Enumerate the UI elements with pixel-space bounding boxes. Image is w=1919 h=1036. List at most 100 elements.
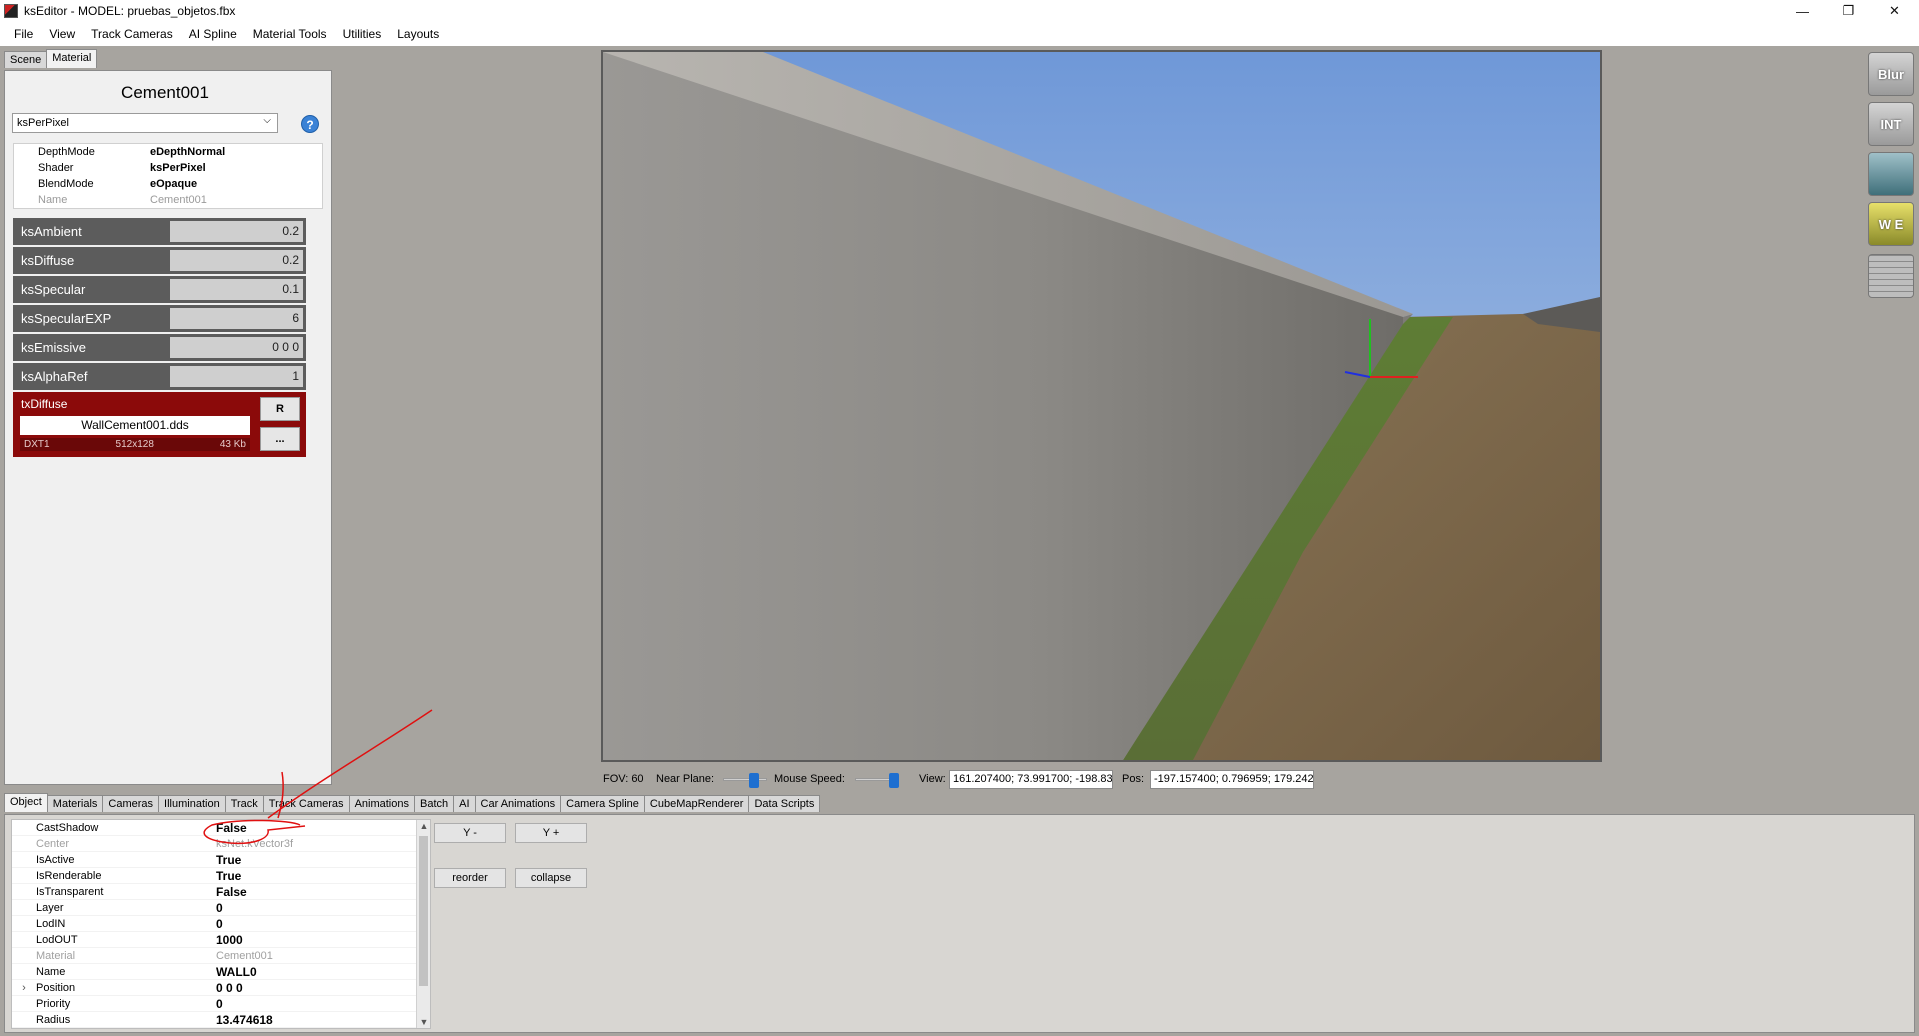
chevron-right-icon[interactable]: › — [12, 982, 36, 994]
view-label: View: — [919, 773, 946, 785]
we-icon: W E — [1878, 216, 1904, 232]
close-button[interactable]: ✕ — [1872, 0, 1917, 22]
tab-material[interactable]: Material — [46, 49, 98, 68]
mouse-speed-slider[interactable] — [855, 773, 899, 788]
y-plus-button[interactable]: Y + — [515, 823, 587, 843]
menu-file[interactable]: File — [6, 27, 41, 41]
property-value[interactable]: 1000 — [216, 933, 243, 947]
scrollbar-thumb[interactable] — [419, 836, 428, 986]
tab-car-animations[interactable]: Car Animations — [474, 795, 562, 812]
near-plane-thumb[interactable] — [749, 773, 759, 788]
property-row-name[interactable]: Name WALL0 — [12, 964, 430, 980]
property-value[interactable]: WALL0 — [216, 965, 257, 979]
shader-select-value: ksPerPixel — [17, 117, 69, 129]
texture-browse-button[interactable]: ... — [260, 427, 300, 451]
view-input[interactable]: 161.207400; 73.991700; -198.835 — [949, 770, 1113, 789]
property-row-lodin[interactable]: LodIN 0 — [12, 916, 430, 932]
property-row-castshadow[interactable]: CastShadow False — [12, 820, 430, 836]
property-row-istransparent[interactable]: IsTransparent False — [12, 884, 430, 900]
param-row-ksemissive: ksEmissive 0 0 0 — [13, 334, 306, 361]
tab-batch[interactable]: Batch — [413, 795, 455, 812]
tab-scene[interactable]: Scene — [4, 51, 48, 68]
tab-data-scripts[interactable]: Data Scripts — [748, 795, 821, 812]
property-row-position[interactable]: › Position 0 0 0 — [12, 980, 430, 996]
property-value[interactable]: 0 — [216, 917, 223, 931]
property-row-lodout[interactable]: LodOUT 1000 — [12, 932, 430, 948]
tab-illumination[interactable]: Illumination — [158, 795, 226, 812]
property-row-name[interactable]: Name Cement001 — [14, 192, 322, 208]
property-row-layer[interactable]: Layer 0 — [12, 900, 430, 916]
menu-bar: File View Track Cameras AI Spline Materi… — [0, 22, 1919, 46]
texture-size: 512x128 — [115, 439, 154, 450]
grid-button[interactable] — [1868, 254, 1914, 298]
property-row-material[interactable]: Material Cement001 — [12, 948, 430, 964]
near-plane-slider[interactable] — [723, 773, 767, 788]
tab-track[interactable]: Track — [224, 795, 264, 812]
param-row-ksambient: ksAmbient 0.2 — [13, 218, 306, 245]
reorder-button[interactable]: reorder — [434, 868, 506, 888]
y-minus-button[interactable]: Y - — [434, 823, 506, 843]
property-row-priority[interactable]: Priority 0 — [12, 996, 430, 1012]
mouse-speed-thumb[interactable] — [889, 773, 899, 788]
param-input[interactable]: 1 — [170, 366, 303, 387]
property-value[interactable]: False — [216, 821, 247, 835]
property-value[interactable]: True — [216, 853, 241, 867]
menu-material-tools[interactable]: Material Tools — [245, 27, 335, 41]
property-row-blendmode[interactable]: BlendMode eOpaque — [14, 176, 322, 192]
maximize-button[interactable]: ❐ — [1826, 0, 1871, 22]
tab-materials[interactable]: Materials — [46, 795, 104, 812]
property-value[interactable]: False — [216, 885, 247, 899]
texture-label: txDiffuse — [21, 397, 68, 411]
param-input[interactable]: 0.2 — [170, 221, 303, 242]
texture-file[interactable]: WallCement001.dds — [20, 416, 250, 435]
scroll-up-icon[interactable]: ▲ — [417, 821, 430, 831]
we-button[interactable]: W E — [1868, 202, 1914, 246]
minimize-button[interactable]: — — [1780, 0, 1825, 22]
menu-ai-spline[interactable]: AI Spline — [181, 27, 245, 41]
property-key: IsActive — [36, 853, 75, 866]
menu-view[interactable]: View — [41, 27, 83, 41]
pos-input[interactable]: -197.157400; 0.796959; 179.2426 — [1150, 770, 1314, 789]
help-icon[interactable]: ? — [301, 115, 319, 133]
tab-animations[interactable]: Animations — [348, 795, 415, 812]
property-grid-scrollbar[interactable]: ▲ ▼ — [416, 820, 430, 1028]
tab-camera-spline[interactable]: Camera Spline — [560, 795, 645, 812]
menu-layouts[interactable]: Layouts — [389, 27, 447, 41]
title-bar: ksEditor - MODEL: pruebas_objetos.fbx — … — [0, 0, 1919, 22]
property-value: Cement001 — [216, 949, 273, 962]
property-value[interactable]: True — [216, 869, 241, 883]
tab-cubemaprenderer[interactable]: CubeMapRenderer — [643, 795, 750, 812]
param-input[interactable]: 0.2 — [170, 250, 303, 271]
property-value[interactable]: 13.474618 — [216, 1013, 273, 1027]
param-input[interactable]: 0 0 0 — [170, 337, 303, 358]
property-row-isactive[interactable]: IsActive True — [12, 852, 430, 868]
menu-utilities[interactable]: Utilities — [335, 27, 390, 41]
menu-track-cameras[interactable]: Track Cameras — [83, 27, 181, 41]
property-row-shader[interactable]: Shader ksPerPixel — [14, 160, 322, 176]
property-row-isrenderable[interactable]: IsRenderable True — [12, 868, 430, 884]
shader-select[interactable]: ksPerPixel ⌵ — [12, 113, 278, 133]
blur-button[interactable]: Blur — [1868, 52, 1914, 96]
3d-viewport[interactable] — [601, 50, 1602, 762]
tab-ai[interactable]: AI — [453, 795, 476, 812]
param-input[interactable]: 6 — [170, 308, 303, 329]
texture-reload-button[interactable]: R — [260, 397, 300, 421]
property-value[interactable]: 0 — [216, 997, 223, 1011]
tab-object[interactable]: Object — [4, 793, 48, 812]
texture-info: DXT1 512x128 43 Kb — [20, 438, 250, 451]
param-input[interactable]: 0.1 — [170, 279, 303, 300]
collapse-button[interactable]: collapse — [515, 868, 587, 888]
property-value[interactable]: 0 0 0 — [216, 981, 243, 995]
fov-label: FOV: 60 — [603, 773, 644, 785]
view-controls: FOV: 60 Near Plane: Mouse Speed: View: 1… — [603, 768, 1603, 790]
property-row-depthmode[interactable]: DepthMode eDepthNormal — [14, 144, 322, 160]
property-row-center[interactable]: Center ksNet.kVector3f — [12, 836, 430, 852]
scroll-down-icon[interactable]: ▼ — [417, 1017, 430, 1027]
property-value[interactable]: 0 — [216, 901, 223, 915]
property-row-radius[interactable]: Radius 13.474618 — [12, 1012, 430, 1028]
tire-button[interactable] — [1868, 152, 1914, 196]
texture-slot-txdiffuse: txDiffuse WallCement001.dds DXT1 512x128… — [13, 392, 306, 457]
tab-cameras[interactable]: Cameras — [102, 795, 160, 812]
int-hr-lr-button[interactable]: INT — [1868, 102, 1914, 146]
tab-track-cameras[interactable]: Track Cameras — [262, 795, 350, 812]
